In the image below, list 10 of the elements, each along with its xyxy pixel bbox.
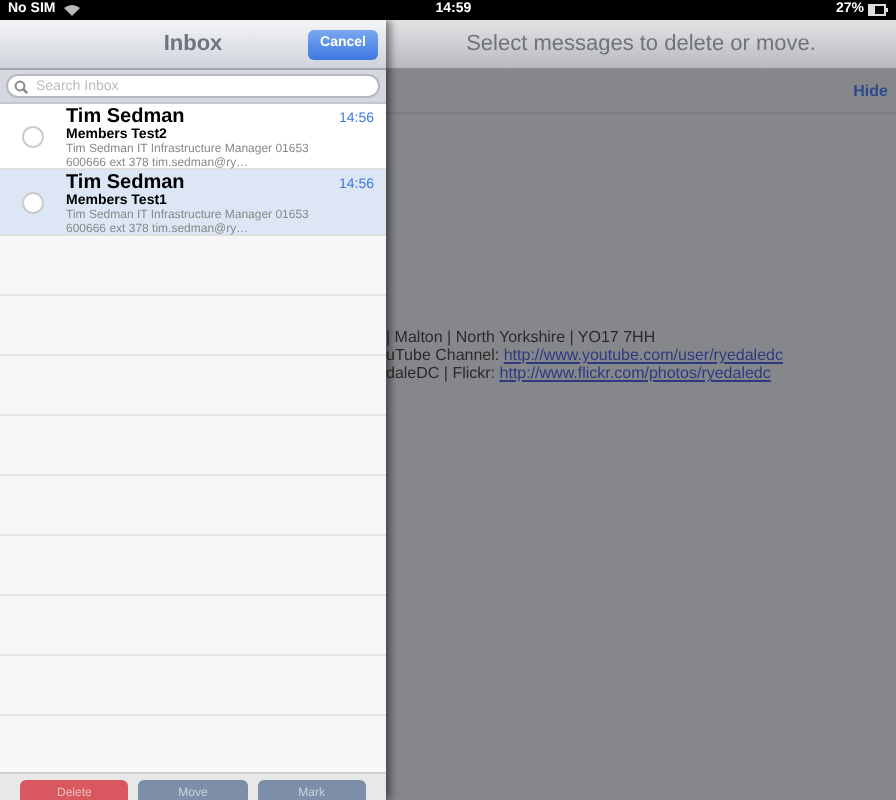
sender-name: Tim Sedman [66,108,185,128]
hide-button[interactable]: Hide [853,79,888,103]
link[interactable]: http://www.flickr.com/photos/ryedaledc [499,364,771,382]
detail-prompt: Select messages to delete or move. [466,29,816,60]
signature-line: uTube Channel: http://www.youtube.com/user/ryedaledc [386,346,785,364]
link[interactable]: http://www.youtube.com/user/ryedaledc [503,346,783,364]
inbox-title: Inbox [163,29,223,60]
sender-name: Tim Sedman [66,174,185,194]
signature-line: daleDC | Flickr: http://www.flickr.com/photos/ryedaledc [386,364,773,382]
signature-line: | Malton | North Yorkshire | YO17 7HH [386,328,658,346]
